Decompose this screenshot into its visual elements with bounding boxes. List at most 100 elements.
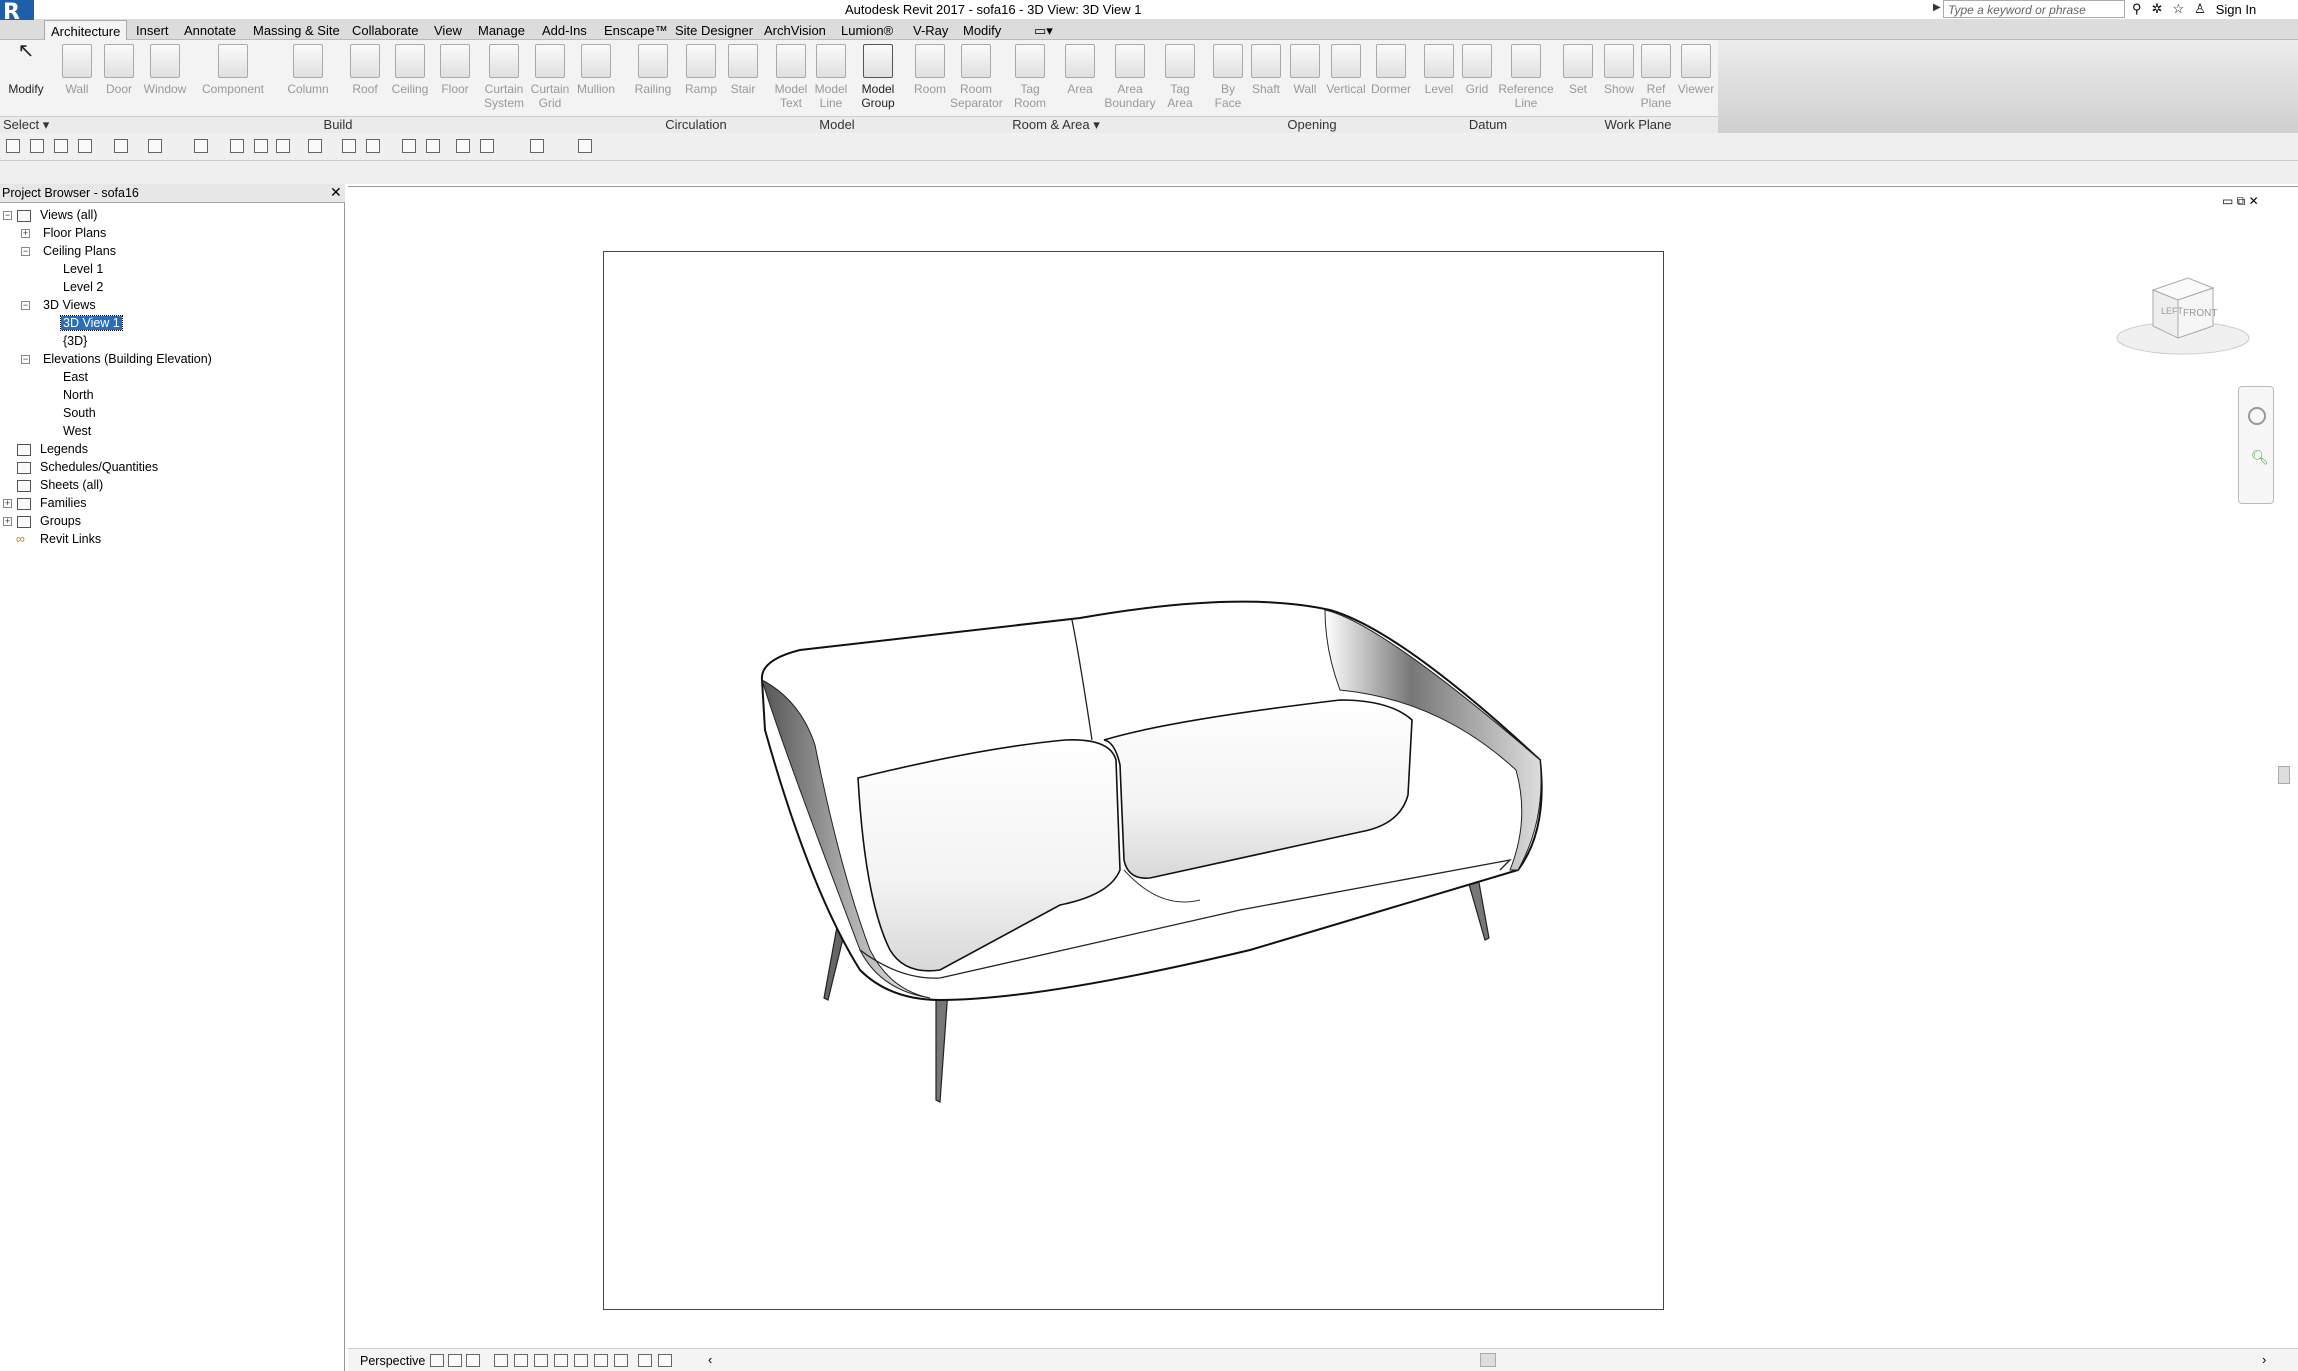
hide-isolate-icon[interactable]: [554, 1354, 568, 1367]
steering-wheel-icon[interactable]: [2248, 407, 2266, 425]
tree-ceiling-plans[interactable]: Ceiling Plans: [43, 244, 116, 258]
search-expand-icon[interactable]: ▶: [1933, 2, 1941, 13]
tree-sheets[interactable]: Sheets (all): [40, 478, 103, 492]
tree-schedules[interactable]: Schedules/Quantities: [40, 460, 158, 474]
ref-plane-button[interactable]: Ref Plane: [1640, 44, 1672, 110]
switch-windows-icon[interactable]: [426, 139, 440, 153]
tree-floor-plans[interactable]: Floor Plans: [43, 226, 106, 240]
tag-area-button[interactable]: Tag Area: [1160, 44, 1200, 110]
open-file-icon[interactable]: [30, 139, 44, 153]
tree-west[interactable]: West: [63, 424, 91, 438]
horizontal-scroll-thumb[interactable]: [1480, 1353, 1496, 1367]
redo-icon[interactable]: [148, 139, 162, 153]
tree-3d-views[interactable]: 3D Views: [43, 298, 96, 312]
tag-icon[interactable]: [254, 139, 268, 153]
tree-east[interactable]: East: [63, 370, 88, 384]
tab-archvision[interactable]: ArchVision: [760, 22, 830, 39]
aligned-dimension-icon[interactable]: [230, 139, 244, 153]
expand-icon[interactable]: +: [3, 517, 12, 526]
tree-revit-links[interactable]: Revit Links: [40, 532, 101, 546]
modify-button[interactable]: ↖ Modify: [4, 41, 48, 96]
tree-3d-default[interactable]: {3D}: [63, 334, 87, 348]
stair-button[interactable]: Stair: [726, 44, 760, 96]
tree-elevations[interactable]: Elevations (Building Elevation): [43, 352, 212, 366]
search-input[interactable]: Type a keyword or phrase: [1943, 0, 2125, 18]
text-icon[interactable]: [276, 139, 290, 153]
wall-button[interactable]: Wall: [60, 44, 94, 96]
ribbon-options-icon[interactable]: ▭▾: [1030, 22, 1057, 40]
tag-room-button[interactable]: Tag Room: [1010, 44, 1050, 110]
roof-button[interactable]: Roof: [347, 44, 383, 96]
default-3d-view-icon[interactable]: [308, 139, 322, 153]
reveal-hidden-icon[interactable]: [574, 1354, 588, 1367]
door-button[interactable]: Door: [102, 44, 136, 96]
thin-lines-icon[interactable]: [366, 139, 380, 153]
render-icon[interactable]: [466, 1354, 480, 1367]
tab-collaborate[interactable]: Collaborate: [348, 22, 423, 39]
sofa-3d-model[interactable]: [740, 570, 1560, 1110]
view-cube[interactable]: LEFT FRONT: [2113, 270, 2253, 360]
view-window-controls[interactable]: ▭ ⧉ ✕: [2222, 194, 2259, 209]
show-crop-icon[interactable]: [514, 1354, 528, 1367]
area-button[interactable]: Area: [1060, 44, 1100, 96]
tab-manage[interactable]: Manage: [474, 22, 529, 39]
ceiling-button[interactable]: Ceiling: [388, 44, 432, 96]
mullion-button[interactable]: Mullion: [573, 44, 619, 96]
tab-lumion[interactable]: Lumion®: [837, 22, 897, 39]
save-icon[interactable]: [54, 139, 68, 153]
shaft-button[interactable]: Shaft: [1248, 44, 1284, 96]
undo-icon[interactable]: [114, 139, 128, 153]
vertical-button[interactable]: Vertical: [1324, 44, 1368, 96]
curtain-grid-button[interactable]: Curtain Grid: [527, 44, 573, 110]
grid-button[interactable]: Grid: [1460, 44, 1494, 96]
close-hidden-windows-icon[interactable]: [402, 139, 416, 153]
dormer-button[interactable]: Dormer: [1370, 44, 1412, 96]
close-icon[interactable]: ✕: [330, 184, 342, 201]
tree-legends[interactable]: Legends: [40, 442, 88, 456]
scroll-thumb[interactable]: [2278, 766, 2290, 784]
floor-button[interactable]: Floor: [437, 44, 473, 96]
tab-architecture[interactable]: Architecture: [44, 20, 128, 41]
component-button[interactable]: Component: [198, 44, 268, 96]
temp-view-icon[interactable]: [594, 1354, 608, 1367]
user-icon[interactable]: ♙: [2194, 1, 2206, 17]
scroll-left-icon[interactable]: ‹: [708, 1352, 712, 1367]
window-button[interactable]: Window: [140, 44, 190, 96]
shadows-icon[interactable]: [448, 1354, 462, 1367]
tree-families[interactable]: Families: [40, 496, 87, 510]
tree-south[interactable]: South: [63, 406, 96, 420]
tab-annotate[interactable]: Annotate: [180, 22, 240, 39]
reference-line-button[interactable]: Reference Line: [1498, 44, 1554, 110]
qat-dropdown-icon[interactable]: [578, 139, 592, 153]
measure-icon[interactable]: [194, 139, 208, 153]
star-icon[interactable]: ☆: [2172, 1, 2184, 17]
reveal-constraints-icon[interactable]: [658, 1354, 672, 1367]
tree-views-all[interactable]: Views (all): [40, 208, 97, 222]
tab-site-designer[interactable]: Site Designer: [671, 22, 757, 39]
opening-wall-button[interactable]: Wall: [1288, 44, 1322, 96]
tree-3d-view-1[interactable]: 3D View 1: [60, 315, 123, 331]
satellite-icon[interactable]: ✲: [2152, 1, 2163, 17]
by-face-button[interactable]: By Face: [1210, 44, 1246, 110]
select-panel-label[interactable]: Select ▾: [0, 116, 52, 133]
model-group-button[interactable]: Model Group: [858, 44, 898, 110]
tile-icon[interactable]: [456, 139, 470, 153]
tab-add-ins[interactable]: Add-Ins: [538, 22, 591, 39]
zoom-icon[interactable]: 🔍︎: [2251, 449, 2269, 465]
model-line-button[interactable]: Model Line: [812, 44, 850, 110]
viewer-button[interactable]: Viewer: [1676, 44, 1716, 96]
tab-view[interactable]: View: [430, 22, 466, 39]
crop-view-icon[interactable]: [494, 1354, 508, 1367]
room-separator-button[interactable]: Room Separator: [950, 44, 1003, 110]
expand-icon[interactable]: +: [21, 229, 30, 238]
collapse-icon[interactable]: −: [21, 301, 30, 310]
tree-north[interactable]: North: [63, 388, 94, 402]
tab-insert[interactable]: Insert: [132, 22, 173, 39]
new-file-icon[interactable]: [6, 139, 20, 153]
show-button[interactable]: Show: [1600, 44, 1638, 96]
highlight-icon[interactable]: [638, 1354, 652, 1367]
level-button[interactable]: Level: [1422, 44, 1456, 96]
tree-level-1[interactable]: Level 1: [63, 262, 103, 276]
expand-icon[interactable]: +: [3, 499, 12, 508]
visual-style-icon[interactable]: [430, 1354, 444, 1367]
